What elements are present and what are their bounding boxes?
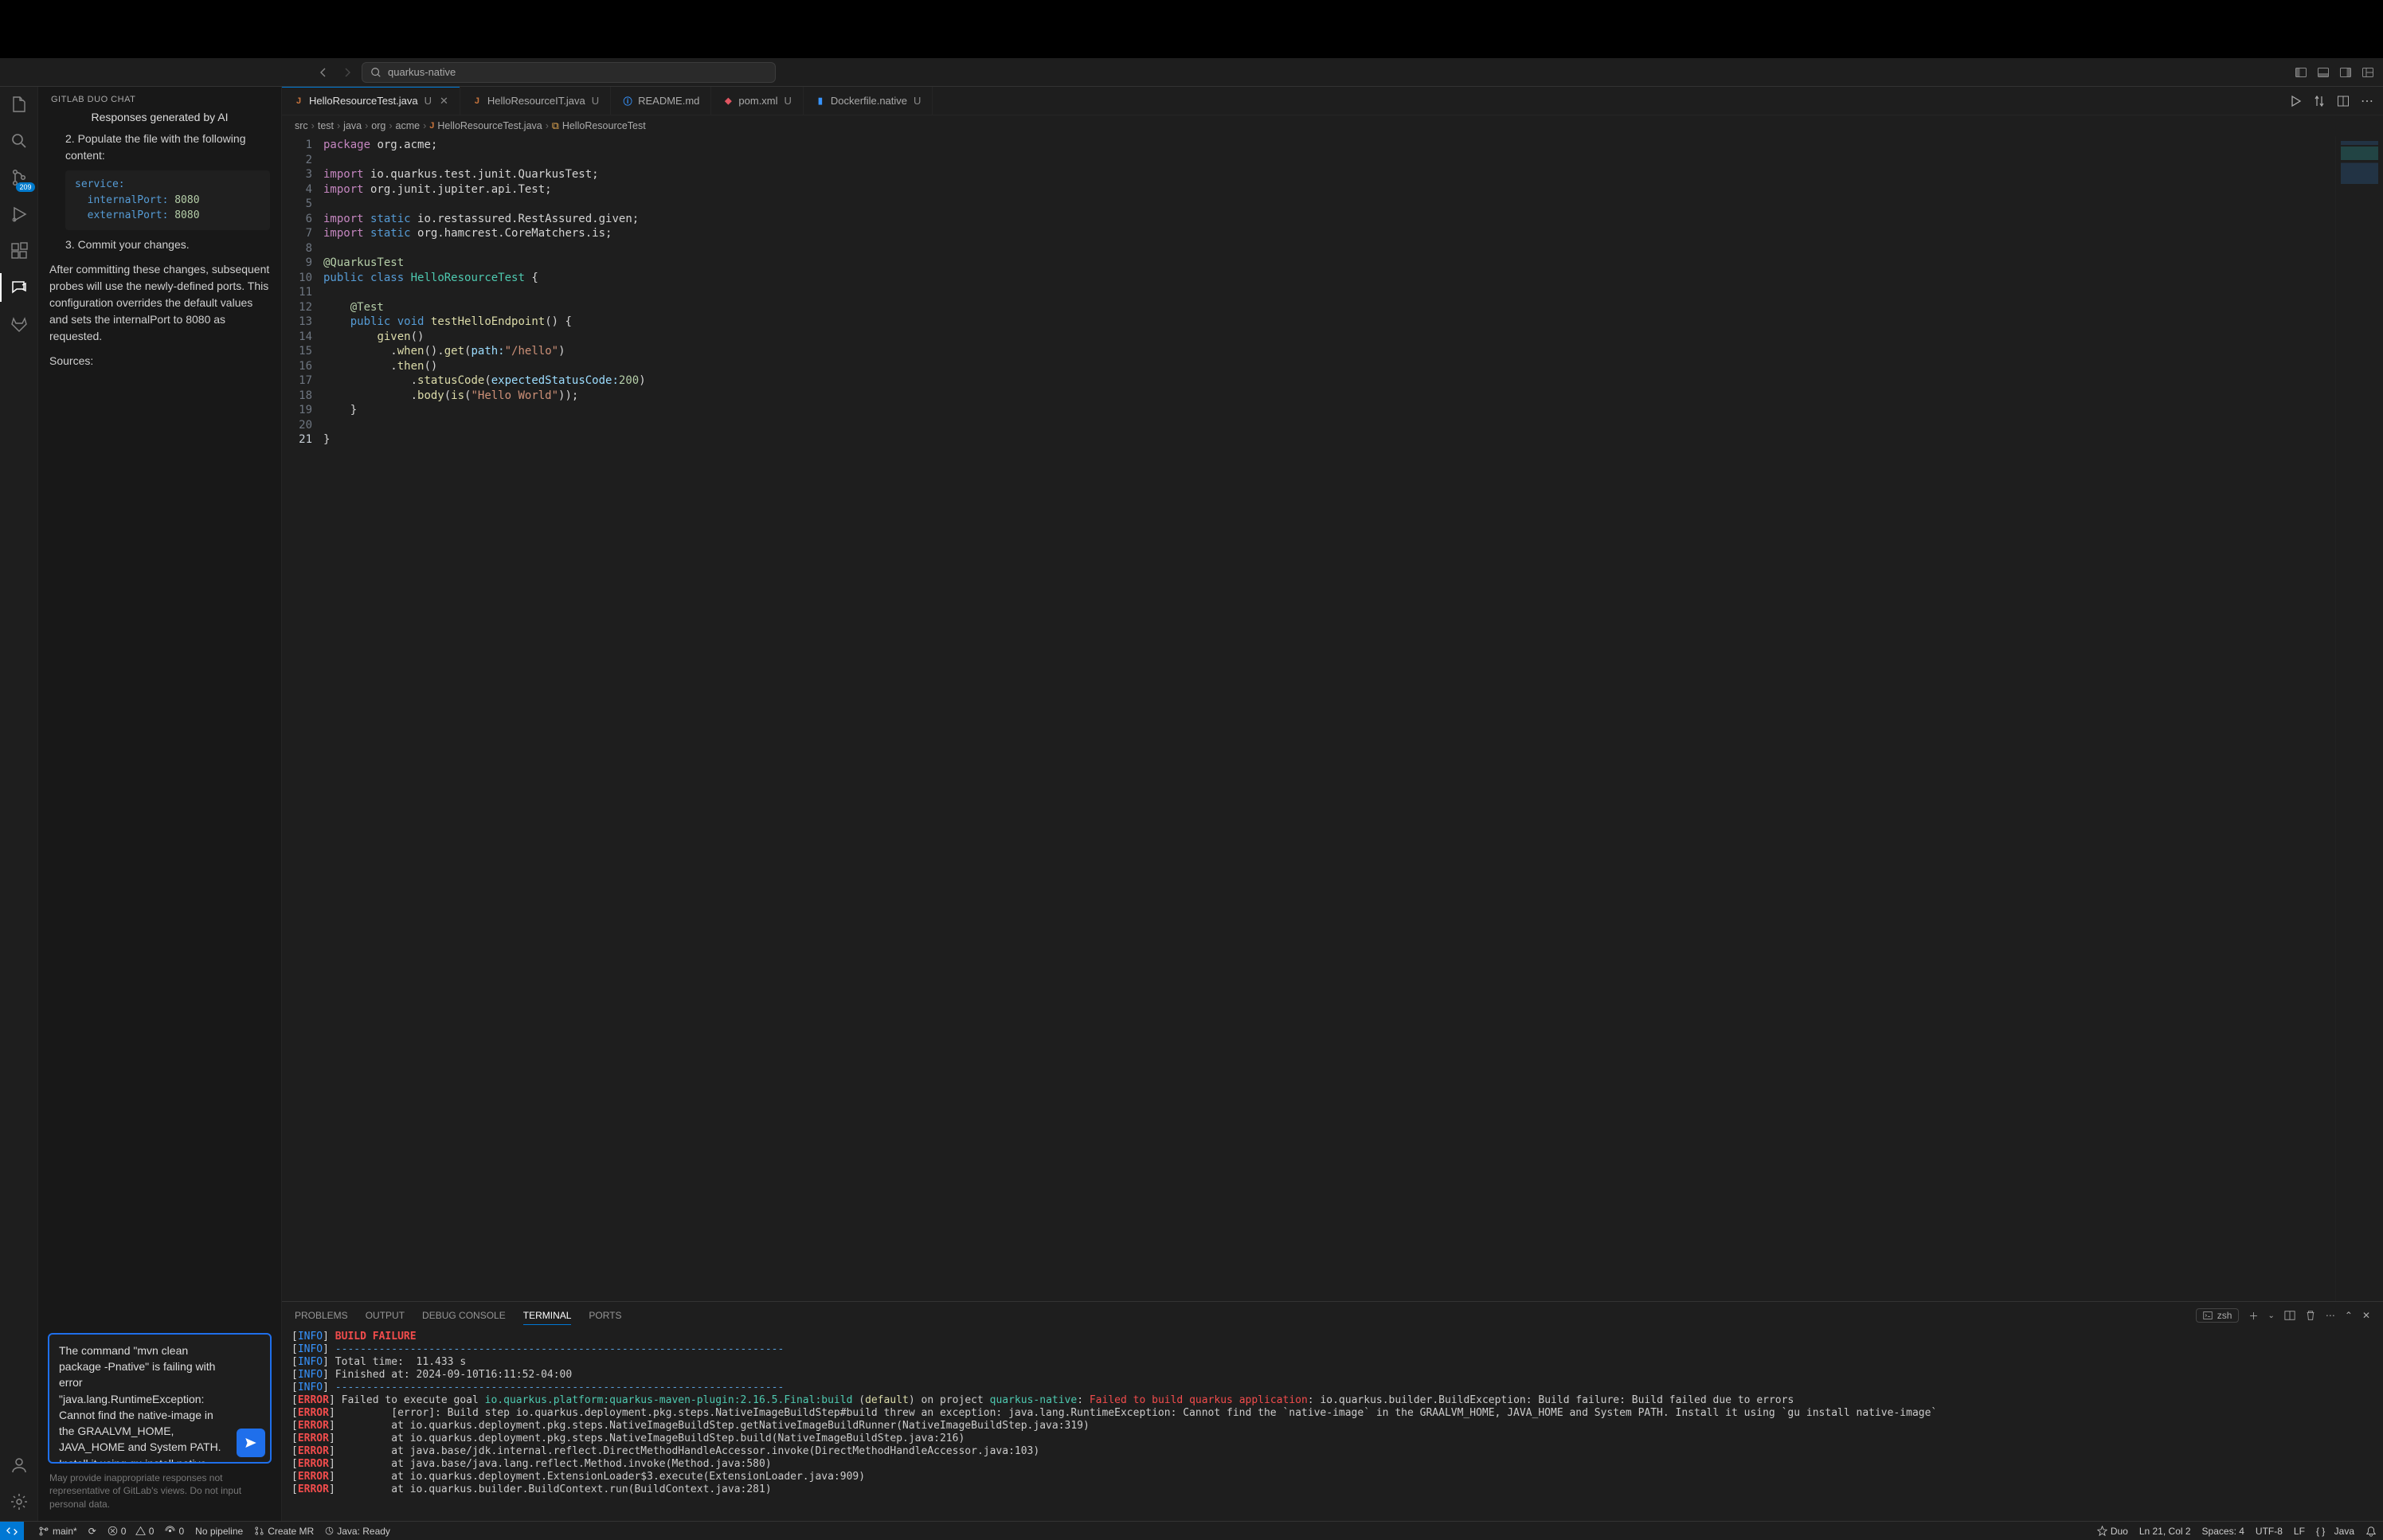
problems-status[interactable]: 0 0 [108, 1526, 155, 1537]
extensions-icon[interactable] [8, 240, 30, 262]
kill-terminal-icon[interactable] [2305, 1310, 2316, 1321]
chat-input[interactable]: The command "mvn clean package -Pnative"… [49, 1335, 232, 1462]
minimap[interactable] [2335, 136, 2383, 1301]
tab-readme[interactable]: ⓘ README.md [611, 87, 711, 115]
compare-changes-icon[interactable] [2313, 95, 2326, 107]
breadcrumb[interactable]: src› test› java› org› acme› J HelloResou… [282, 115, 2383, 136]
search-text: quarkus-native [388, 66, 456, 78]
close-tab-icon[interactable]: ✕ [440, 95, 448, 107]
code-content: package org.acme; import io.quarkus.test… [323, 136, 2335, 1301]
cursor-position[interactable]: Ln 21, Col 2 [2139, 1526, 2191, 1537]
toggle-primary-sidebar-icon[interactable] [2294, 65, 2308, 80]
terminal-shell-chip[interactable]: zsh [2196, 1308, 2240, 1323]
code-editor[interactable]: 123456789101112131415161718192021 packag… [282, 136, 2383, 1301]
panel-more-icon[interactable]: ⋯ [2326, 1310, 2335, 1321]
editor-tabs: J HelloResourceTest.java U ✕ J HelloReso… [282, 87, 2383, 115]
git-sync[interactable]: ⟳ [88, 1526, 96, 1537]
send-icon [244, 1436, 258, 1450]
chat-history[interactable]: Responses generated by AI 2. Populate th… [38, 109, 281, 1327]
run-button[interactable] [2289, 95, 2302, 107]
chat-disclaimer: May provide inappropriate responses not … [38, 1468, 281, 1521]
chat-paragraph: After committing these changes, subseque… [49, 261, 270, 345]
layout-controls [2294, 65, 2375, 80]
tab-pomxml[interactable]: ◆ pom.xml U [711, 87, 804, 115]
terminal-icon [2203, 1311, 2213, 1320]
line-gutter: 123456789101112131415161718192021 [282, 136, 323, 1301]
customize-layout-icon[interactable] [2361, 65, 2375, 80]
activity-bar: 209 [0, 87, 38, 1521]
docker-file-icon: ▮ [815, 96, 826, 107]
java-file-icon: J [429, 121, 434, 131]
panel-tab-ports[interactable]: PORTS [589, 1307, 621, 1324]
settings-gear-icon[interactable] [8, 1491, 30, 1513]
chat-step-2: 2. Populate the file with the following … [49, 131, 270, 164]
notifications-icon[interactable] [2365, 1526, 2377, 1537]
chat-send-button[interactable] [237, 1429, 265, 1457]
java-file-icon: J [472, 96, 483, 107]
info-file-icon: ⓘ [622, 96, 633, 107]
chat-code-block: service: internalPort: 8080 externalPort… [65, 170, 270, 230]
panel-tab-terminal[interactable]: TERMINAL [523, 1307, 572, 1325]
duo-chat-icon[interactable] [8, 276, 30, 299]
more-actions-icon[interactable]: ⋯ [2361, 93, 2373, 109]
tab-dockerfile[interactable]: ▮ Dockerfile.native U [804, 87, 933, 115]
git-branch[interactable]: main* [38, 1526, 77, 1537]
indentation[interactable]: Spaces: 4 [2202, 1526, 2244, 1537]
run-debug-icon[interactable] [8, 203, 30, 225]
encoding[interactable]: UTF-8 [2256, 1526, 2283, 1537]
title-bar: quarkus-native [0, 58, 2383, 87]
java-status[interactable]: Java: Ready [325, 1526, 390, 1537]
panel-tab-debug-console[interactable]: DEBUG CONSOLE [422, 1307, 506, 1324]
editor-group: J HelloResourceTest.java U ✕ J HelloReso… [282, 87, 2383, 1521]
panel-close-icon[interactable]: ✕ [2362, 1310, 2370, 1321]
nav-back-button[interactable] [315, 64, 332, 81]
toggle-panel-icon[interactable] [2316, 65, 2330, 80]
panel-tabs: PROBLEMS OUTPUT DEBUG CONSOLE TERMINAL P… [282, 1302, 2383, 1329]
ports-status[interactable]: 0 [165, 1526, 184, 1537]
status-bar: main* ⟳ 0 0 0 No pipeline Create MR Java… [0, 1521, 2383, 1540]
source-control-icon[interactable]: 209 [8, 166, 30, 189]
tab-helloresourcetest[interactable]: J HelloResourceTest.java U ✕ [282, 87, 460, 115]
chat-sources-label: Sources: [49, 353, 270, 369]
pipeline-status[interactable]: No pipeline [195, 1526, 243, 1537]
eol[interactable]: LF [2294, 1526, 2305, 1537]
gitlab-icon[interactable] [8, 313, 30, 335]
terminal-dropdown-icon[interactable]: ⌄ [2268, 1311, 2274, 1320]
create-mr[interactable]: Create MR [254, 1526, 314, 1537]
language-mode[interactable]: { } Java [2316, 1526, 2354, 1537]
chat-generated-by: Responses generated by AI [49, 109, 270, 126]
chat-panel: GITLAB DUO CHAT Responses generated by A… [38, 87, 282, 1521]
command-center-search[interactable]: quarkus-native [362, 62, 776, 83]
toggle-secondary-sidebar-icon[interactable] [2338, 65, 2353, 80]
class-symbol-icon: ⧉ [552, 120, 559, 132]
bottom-panel: PROBLEMS OUTPUT DEBUG CONSOLE TERMINAL P… [282, 1301, 2383, 1521]
nav-forward-button[interactable] [338, 64, 356, 81]
scm-badge: 209 [16, 182, 34, 192]
accounts-icon[interactable] [8, 1454, 30, 1476]
panel-chevron-icon[interactable]: ⌃ [2345, 1310, 2353, 1321]
search-activity-icon[interactable] [8, 130, 30, 152]
tab-helloresourceit[interactable]: J HelloResourceIT.java U [460, 87, 611, 115]
explorer-icon[interactable] [8, 93, 30, 115]
remote-indicator[interactable] [0, 1522, 24, 1540]
split-terminal-icon[interactable] [2284, 1310, 2295, 1321]
vscode-window: quarkus-native 209 GITLAB DUO CHAT [0, 58, 2383, 1540]
chat-panel-title: GITLAB DUO CHAT [38, 87, 281, 109]
panel-tab-output[interactable]: OUTPUT [366, 1307, 405, 1324]
panel-tab-problems[interactable]: PROBLEMS [295, 1307, 348, 1324]
terminal-output[interactable]: [INFO] BUILD FAILURE [INFO] ------------… [282, 1329, 2383, 1521]
search-icon [370, 67, 382, 78]
java-file-icon: J [293, 96, 304, 107]
chat-step-3: 3. Commit your changes. [49, 236, 270, 253]
new-terminal-button[interactable]: ＋ [2248, 1309, 2258, 1323]
xml-file-icon: ◆ [722, 96, 734, 107]
duo-status[interactable]: Duo [2097, 1526, 2128, 1537]
chat-input-container: The command "mvn clean package -Pnative"… [48, 1333, 272, 1464]
split-editor-icon[interactable] [2337, 95, 2350, 107]
